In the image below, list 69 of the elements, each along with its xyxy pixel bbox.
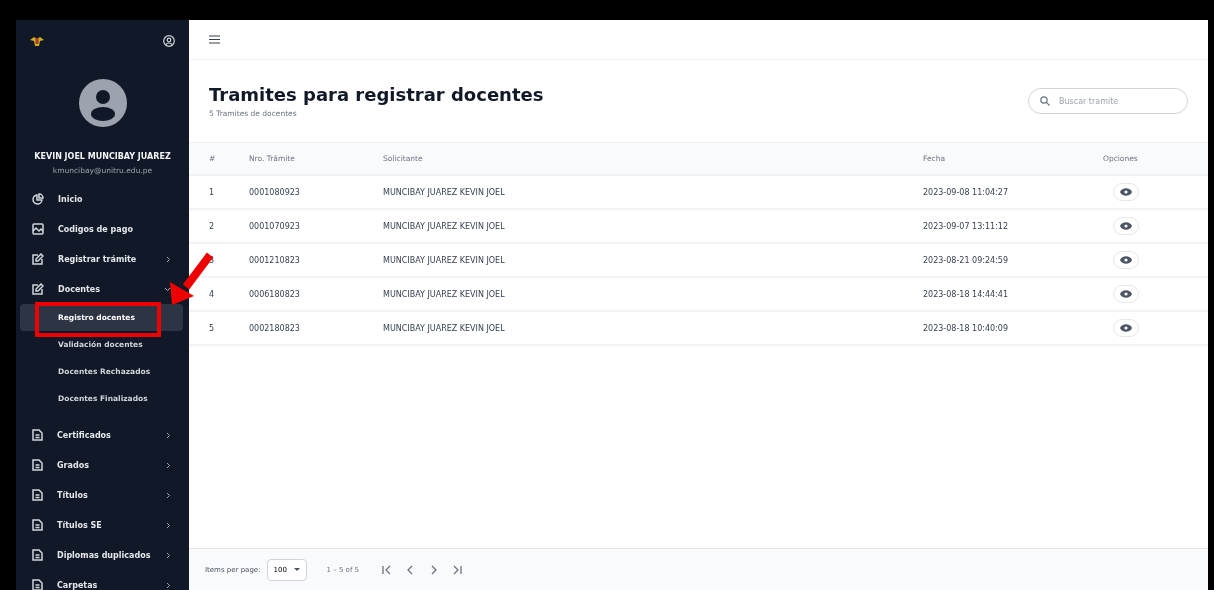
sidebar-item[interactable]: Registrar trámite bbox=[16, 244, 189, 274]
menu-icon[interactable] bbox=[209, 35, 220, 44]
table-cell-text: 2023-08-21 09:24:59 bbox=[923, 255, 1009, 265]
view-button[interactable] bbox=[1113, 285, 1139, 303]
chevron-down-icon bbox=[164, 286, 171, 292]
crest-logo-icon bbox=[30, 34, 44, 48]
table-cell-text: 4 bbox=[209, 289, 216, 299]
avatar-icon bbox=[78, 79, 127, 127]
eye-icon bbox=[1120, 222, 1132, 230]
document-icon bbox=[32, 429, 43, 441]
pie-chart-icon bbox=[32, 193, 44, 205]
table-cell-text: 5 bbox=[209, 323, 216, 333]
sidebar-item[interactable]: Carpetas bbox=[16, 570, 189, 590]
sidebar-item[interactable]: Grados bbox=[16, 450, 189, 480]
document-icon bbox=[32, 549, 43, 561]
last-page-icon bbox=[453, 564, 464, 575]
eye-icon bbox=[1120, 290, 1132, 298]
chevron-right-icon bbox=[166, 521, 171, 529]
table-cell-text: MUNCIBAY JUAREZ KEVIN JOEL bbox=[383, 323, 506, 333]
table-cell-text: 2023-08-18 10:40:09 bbox=[923, 323, 1009, 333]
table-cell-text: MUNCIBAY JUAREZ KEVIN JOEL bbox=[383, 221, 506, 231]
dropdown-caret-icon bbox=[293, 568, 300, 571]
edit-icon bbox=[32, 283, 44, 295]
view-button[interactable] bbox=[1113, 217, 1139, 235]
search-field[interactable]: Buscar tramite bbox=[1028, 88, 1188, 114]
search-icon bbox=[1040, 96, 1050, 106]
user-circle-icon[interactable] bbox=[163, 35, 175, 47]
image-icon bbox=[32, 223, 44, 235]
table-cell-text: 2 bbox=[209, 221, 216, 231]
table-cell-text: 0001070923 bbox=[249, 221, 301, 231]
chevron-right-icon bbox=[166, 581, 171, 589]
view-button[interactable] bbox=[1113, 251, 1139, 269]
sidebar-item[interactable]: Títulos SE bbox=[16, 510, 189, 540]
document-icon bbox=[32, 459, 43, 471]
sidebar-item[interactable]: Diplomas duplicados bbox=[16, 540, 189, 570]
chevron-right-icon bbox=[166, 255, 171, 263]
sidebar-item[interactable]: Certificados bbox=[16, 420, 189, 450]
table-cell-text: 0002180823 bbox=[249, 323, 301, 333]
table-cell-text: 0006180823 bbox=[249, 289, 301, 299]
table-cell-text: MUNCIBAY JUAREZ KEVIN JOEL bbox=[383, 187, 506, 197]
page-title: Tramites para registrar docentes bbox=[209, 84, 544, 105]
user-name: KEVIN JOEL MUNCIBAY JUAREZ bbox=[34, 152, 171, 161]
edit-icon bbox=[32, 253, 44, 265]
table-cell-text: 2023-09-07 13:11:12 bbox=[923, 221, 1009, 231]
document-icon bbox=[32, 519, 43, 531]
chevron-right-icon bbox=[166, 431, 171, 439]
table-cell-text: 2023-09-08 11:04:27 bbox=[923, 187, 1009, 197]
first-page-icon bbox=[381, 564, 392, 575]
chevron-right-icon bbox=[166, 461, 171, 469]
chevron-right-icon bbox=[166, 491, 171, 499]
eye-icon bbox=[1120, 256, 1132, 264]
eye-icon bbox=[1120, 324, 1132, 332]
table-cell-text: MUNCIBAY JUAREZ KEVIN JOEL bbox=[383, 289, 506, 299]
eye-icon bbox=[1120, 188, 1132, 196]
table-cell-text: 0001080923 bbox=[249, 187, 301, 197]
document-icon bbox=[32, 489, 43, 501]
sidebar-item[interactable]: Títulos bbox=[16, 480, 189, 510]
sidebar-item[interactable]: Inicio bbox=[16, 184, 189, 214]
sidebar-item[interactable]: Codigos de pago bbox=[16, 214, 189, 244]
table-cell-text: MUNCIBAY JUAREZ KEVIN JOEL bbox=[383, 255, 506, 265]
document-icon bbox=[32, 579, 43, 590]
table-cell-text: 0001210823 bbox=[249, 255, 301, 265]
table-cell-text: 1 bbox=[209, 187, 216, 197]
sidebar-item[interactable]: Docentes bbox=[16, 274, 189, 304]
chevron-right-icon bbox=[166, 551, 171, 559]
table-cell-text: 2023-08-18 14:44:41 bbox=[923, 289, 1009, 299]
annotation-arrow bbox=[170, 252, 214, 305]
view-button[interactable] bbox=[1113, 183, 1139, 201]
view-button[interactable] bbox=[1113, 319, 1139, 337]
